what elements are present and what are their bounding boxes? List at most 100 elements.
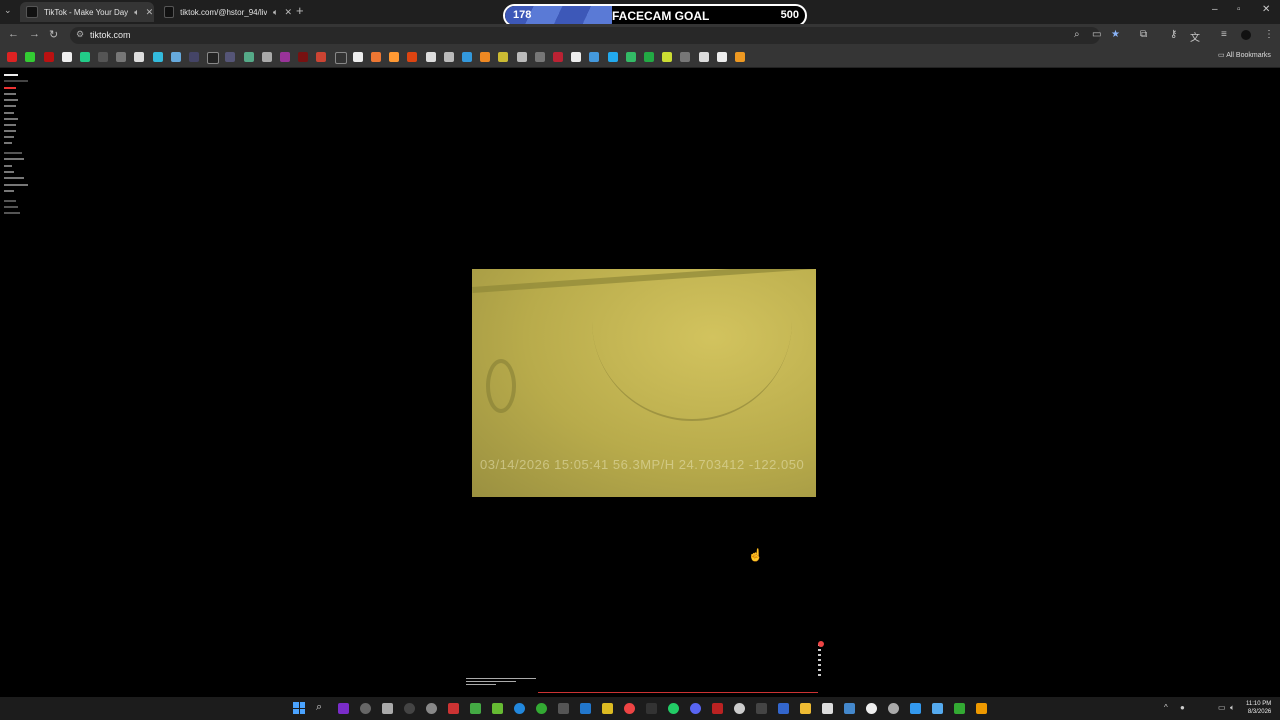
close-tab-icon[interactable]: ✕ — [284, 7, 292, 18]
footer-link[interactable] — [4, 200, 16, 202]
bookmark-icon[interactable] — [298, 52, 308, 62]
password-icon[interactable]: ⚷ — [1170, 29, 1177, 40]
bookmark-icon[interactable] — [389, 52, 399, 62]
account-item[interactable] — [4, 165, 12, 167]
nav-upload[interactable] — [4, 130, 16, 132]
taskbar-app-icon[interactable] — [558, 703, 569, 714]
bookmark-icon[interactable] — [316, 52, 326, 62]
bookmark-icon[interactable] — [535, 52, 545, 62]
taskbar-app-icon[interactable] — [734, 703, 745, 714]
close-window-icon[interactable]: ✕ — [1262, 4, 1270, 15]
live-action-column[interactable] — [818, 641, 824, 691]
reading-list-icon[interactable]: ≡ — [1221, 29, 1227, 40]
bookmark-icon[interactable] — [280, 52, 290, 62]
youtube-bookmark-icon[interactable] — [7, 52, 17, 62]
taskbar-app-icon[interactable] — [822, 703, 833, 714]
bookmark-icon[interactable] — [44, 52, 54, 62]
nav-live[interactable] — [4, 112, 14, 114]
bookmark-icon[interactable] — [353, 52, 363, 62]
bookmark-icon[interactable] — [153, 52, 163, 62]
bookmark-icon[interactable] — [608, 52, 618, 62]
maximize-icon[interactable]: ▫ — [1237, 4, 1241, 15]
bookmark-icon[interactable] — [699, 52, 709, 62]
taskbar-app-icon[interactable] — [954, 703, 965, 714]
bookmark-icon[interactable] — [244, 52, 254, 62]
bookmark-icon[interactable] — [426, 52, 436, 62]
tab-tiktok-live[interactable]: tiktok.com/@hstor_94/live?ent 🔈︎ ✕ — [158, 2, 292, 22]
close-tab-icon[interactable]: ✕ — [146, 7, 154, 18]
nav-profile[interactable] — [4, 136, 14, 138]
bookmark-icon[interactable] — [371, 52, 381, 62]
bookmark-icon[interactable] — [335, 52, 347, 64]
xbox-icon[interactable] — [536, 703, 547, 714]
bookmark-icon[interactable] — [517, 52, 527, 62]
bookmark-icon[interactable] — [626, 52, 636, 62]
account-item[interactable] — [4, 177, 24, 179]
kick-bookmark-icon[interactable] — [25, 52, 35, 62]
taskbar-app-icon[interactable] — [426, 703, 437, 714]
taskbar-app-icon[interactable] — [976, 703, 987, 714]
taskbar-app-icon[interactable] — [602, 703, 613, 714]
speaker-icon[interactable]: 🔈︎ — [273, 7, 278, 18]
bookmark-icon[interactable] — [571, 52, 581, 62]
microphone-icon[interactable]: ● — [1180, 703, 1185, 712]
speaker-icon[interactable]: 🔈︎ — [134, 7, 139, 18]
taskbar-app-icon[interactable] — [844, 703, 855, 714]
minimize-icon[interactable]: – — [1212, 4, 1218, 15]
bookmark-icon[interactable] — [498, 52, 508, 62]
account-item[interactable] — [4, 184, 28, 186]
live-video-player[interactable]: 03/14/2026 15:05:41 56.3MP/H 24.703412 -… — [472, 269, 816, 497]
bookmark-icon[interactable] — [171, 52, 181, 62]
bookmark-star-icon[interactable]: ★ — [1111, 29, 1120, 40]
taskbar-app-icon[interactable] — [360, 703, 371, 714]
bookmark-icon[interactable] — [644, 52, 654, 62]
address-bar[interactable]: ⚙︎ tiktok.com — [70, 27, 1100, 44]
extensions-icon[interactable]: ⧉ — [1140, 29, 1147, 40]
bookmark-icon[interactable] — [444, 52, 454, 62]
bookmark-icon[interactable] — [116, 52, 126, 62]
taskbar-app-icon[interactable] — [866, 703, 877, 714]
bookmark-icon[interactable] — [553, 52, 563, 62]
clock[interactable]: 11:10 PM 8/3/2026 — [1246, 700, 1271, 716]
nav-following[interactable] — [4, 99, 18, 101]
bookmark-icon[interactable] — [62, 52, 72, 62]
bookmark-icon[interactable] — [225, 52, 235, 62]
taskbar-app-icon[interactable] — [492, 703, 503, 714]
show-hidden-icons[interactable]: ^ — [1164, 703, 1168, 712]
footer-link[interactable] — [4, 212, 20, 214]
taskbar-app-icon[interactable] — [382, 703, 393, 714]
back-icon[interactable]: ← — [8, 28, 19, 40]
menu-icon[interactable]: ⋮ — [1264, 29, 1274, 40]
cast-icon[interactable]: ▭ — [1092, 29, 1101, 40]
taskbar-app-icon[interactable] — [932, 703, 943, 714]
tab-search-icon[interactable]: ⌄ — [4, 5, 12, 16]
nav-activity[interactable] — [4, 124, 16, 126]
discord-icon[interactable] — [690, 703, 701, 714]
footer-link[interactable] — [4, 206, 18, 208]
chrome-icon[interactable] — [624, 703, 635, 714]
site-info-icon[interactable]: ⚙︎ — [76, 29, 84, 40]
taskbar-app-icon[interactable] — [910, 703, 921, 714]
bookmark-icon[interactable] — [462, 52, 472, 62]
account-item[interactable] — [4, 190, 14, 192]
zoom-icon[interactable]: ⌕ — [1074, 29, 1080, 40]
bookmark-icon[interactable] — [262, 52, 272, 62]
account-item[interactable] — [4, 171, 14, 173]
x-bookmark-icon[interactable] — [134, 52, 144, 62]
taskbar-app-icon[interactable] — [778, 703, 789, 714]
bookmark-icon[interactable] — [189, 52, 199, 62]
taskbar-app-icon[interactable] — [404, 703, 415, 714]
new-tab-icon[interactable]: + — [296, 3, 304, 18]
taskbar-app-icon[interactable] — [338, 703, 349, 714]
taskbar-app-icon[interactable] — [514, 703, 525, 714]
bookmark-icon[interactable] — [480, 52, 490, 62]
translate-icon[interactable]: 文 — [1190, 29, 1200, 44]
forward-icon[interactable]: → — [29, 28, 40, 40]
taskbar-app-icon[interactable] — [712, 703, 723, 714]
bookmark-icon[interactable] — [662, 52, 672, 62]
taskbar-app-icon[interactable] — [448, 703, 459, 714]
search-field[interactable] — [4, 80, 28, 82]
taskbar-app-icon[interactable] — [470, 703, 481, 714]
bookmark-icon[interactable] — [98, 52, 108, 62]
bookmark-icon[interactable] — [717, 52, 727, 62]
